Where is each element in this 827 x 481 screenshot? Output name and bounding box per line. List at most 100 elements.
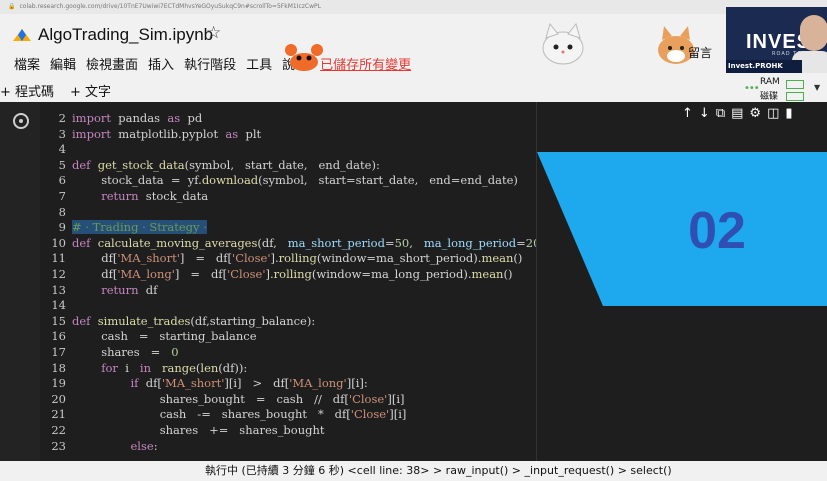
code-token: (df)): <box>218 360 248 375</box>
menu-insert[interactable]: 插入 <box>148 58 174 73</box>
code-token: calculate_moving_averages <box>97 235 258 250</box>
notebook-title[interactable]: AlgoTrading_Sim.ipynb <box>38 25 213 45</box>
code-token: 'Close' <box>232 251 271 266</box>
code-line: 3 import matplotlib.pyplot as plt <box>40 126 261 142</box>
code-token: ] = df[ <box>179 251 233 266</box>
link-icon[interactable]: ⧉ <box>716 106 725 121</box>
code-token: df[ <box>138 376 162 391</box>
code-line: 22 shares += shares_bought <box>40 422 325 438</box>
slide-number: 02 <box>688 202 746 260</box>
code-token: as <box>167 111 181 125</box>
code-token: def <box>72 235 91 250</box>
crab-mascot-icon <box>285 44 323 71</box>
add-code-button[interactable]: + 程式碼 <box>0 81 54 100</box>
slide-accent-shape <box>537 152 827 306</box>
execution-status: 執行中 (已持續 3 分鐘 6 秒) <cell line: 38> > raw… <box>205 464 672 477</box>
line-number: 17 <box>51 345 66 359</box>
notebook-toolbar: + 程式碼 + 文字 <box>0 78 827 103</box>
line-number: 14 <box>51 298 66 313</box>
code-line: 12 df['MA_long'] = df['Close'].rolling(w… <box>40 266 512 282</box>
line-number: 7 <box>58 189 66 203</box>
code-line: 14 <box>40 297 72 313</box>
code-line: 23 else: <box>40 438 157 454</box>
code-token: def <box>72 313 91 328</box>
code-line: 19 if df['MA_short'][i] > df['MA_long'][… <box>40 375 367 391</box>
code-token: ][i] > df[ <box>224 376 290 391</box>
code-editor[interactable]: 2 import pandas as pd 3 import matplotlib.p… <box>40 102 536 461</box>
code-token: 50 <box>394 235 410 250</box>
code-token: as <box>225 126 239 141</box>
save-status[interactable]: 已儲存所有變更 <box>320 58 411 73</box>
code-token: mean <box>481 251 514 266</box>
code-line: 21 cash -= shares_bought * df['Close'][i… <box>40 406 406 422</box>
add-text-button[interactable]: + 文字 <box>70 81 111 100</box>
code-token: (window=ma_long_period). <box>311 267 472 281</box>
chevron-down-icon[interactable]: ▼ <box>814 83 820 92</box>
webcam-name-tag: Invest.PROHK Oscar <box>726 60 802 73</box>
code-token: download <box>201 173 259 188</box>
code-token: () <box>503 267 513 281</box>
code-token: ][i] <box>389 407 407 422</box>
code-token: import <box>72 111 111 125</box>
code-token: 200 <box>525 235 536 250</box>
code-token: ][i] <box>387 391 405 406</box>
code-line: 17 shares = 0 <box>40 344 178 360</box>
code-token: = <box>516 235 526 250</box>
menu-file[interactable]: 檔案 <box>14 58 40 73</box>
code-token: for <box>101 360 118 375</box>
code-token: rolling <box>278 251 317 266</box>
line-number: 5 <box>58 157 66 172</box>
move-down-icon[interactable]: ↓ <box>699 106 710 121</box>
code-token: else <box>130 438 154 453</box>
menu-edit[interactable]: 編輯 <box>50 58 76 73</box>
disk-meter <box>786 92 804 101</box>
delete-icon[interactable]: ▮ <box>785 106 792 121</box>
browser-url-bar[interactable]: 🔒 colab.research.google.com/drive/10TnE7U… <box>0 0 827 14</box>
code-line: 18 for i in range(len(df)): <box>40 360 247 376</box>
code-token: ma_long_period <box>423 235 517 250</box>
code-token: 'Close' <box>348 391 388 406</box>
code-token: df[ <box>72 251 118 266</box>
code-line: 9 # · Trading · Strategy · <box>40 219 207 235</box>
line-number: 15 <box>51 313 66 328</box>
code-line: 7 return stock_data <box>40 188 208 204</box>
gear-icon[interactable]: ⚙ <box>749 106 761 121</box>
code-token: stock_data <box>138 189 209 203</box>
menu-view[interactable]: 檢視畫面 <box>86 58 138 73</box>
comment-button[interactable]: 留言 <box>688 44 712 61</box>
mirror-cell-icon[interactable]: ◫ <box>767 106 779 121</box>
code-token: matplotlib.pyplot <box>111 126 226 141</box>
line-number: 23 <box>51 438 66 453</box>
line-number: 9 <box>58 220 66 235</box>
run-cell-button[interactable] <box>13 113 29 129</box>
move-up-icon[interactable]: ↑ <box>682 106 693 121</box>
menu-bar: 檔案編輯檢視畫面插入執行階段工具說明已儲存所有變更 <box>14 54 421 73</box>
code-token: 'MA_short' <box>161 376 225 391</box>
code-token: shares += shares_bought <box>72 423 325 437</box>
code-line: 20 shares_bought = cash // df['Close'][i… <box>40 391 404 407</box>
menu-runtime[interactable]: 執行階段 <box>184 58 236 73</box>
star-outline-icon[interactable]: ☆ <box>206 23 221 43</box>
resource-indicator[interactable]: ••• RAM 磁碟 ▼ <box>744 75 820 105</box>
code-token: (df, <box>257 235 288 250</box>
code-token: in <box>139 360 151 375</box>
code-token: cash -= shares_bought * df[ <box>72 407 351 422</box>
code-token: pd <box>180 111 203 125</box>
code-token: (window=ma_short_period). <box>316 251 482 266</box>
cell-toolbar: ↑ ↓ ⧉ ▤ ⚙ ◫ ▮ <box>682 106 799 126</box>
code-line: 6 stock_data = yf.download(symbol, start… <box>40 172 518 188</box>
code-token: return <box>101 189 139 203</box>
code-cell: 2 import pandas as pd 3 import matplotlib.p… <box>0 102 827 461</box>
code-token: 'MA_long' <box>289 376 347 391</box>
url-text: colab.research.google.com/drive/10TnE7Uw… <box>19 3 321 10</box>
comment-icon[interactable]: ▤ <box>731 106 743 121</box>
code-token: ]. <box>265 267 274 281</box>
menu-tools[interactable]: 工具 <box>246 58 272 73</box>
